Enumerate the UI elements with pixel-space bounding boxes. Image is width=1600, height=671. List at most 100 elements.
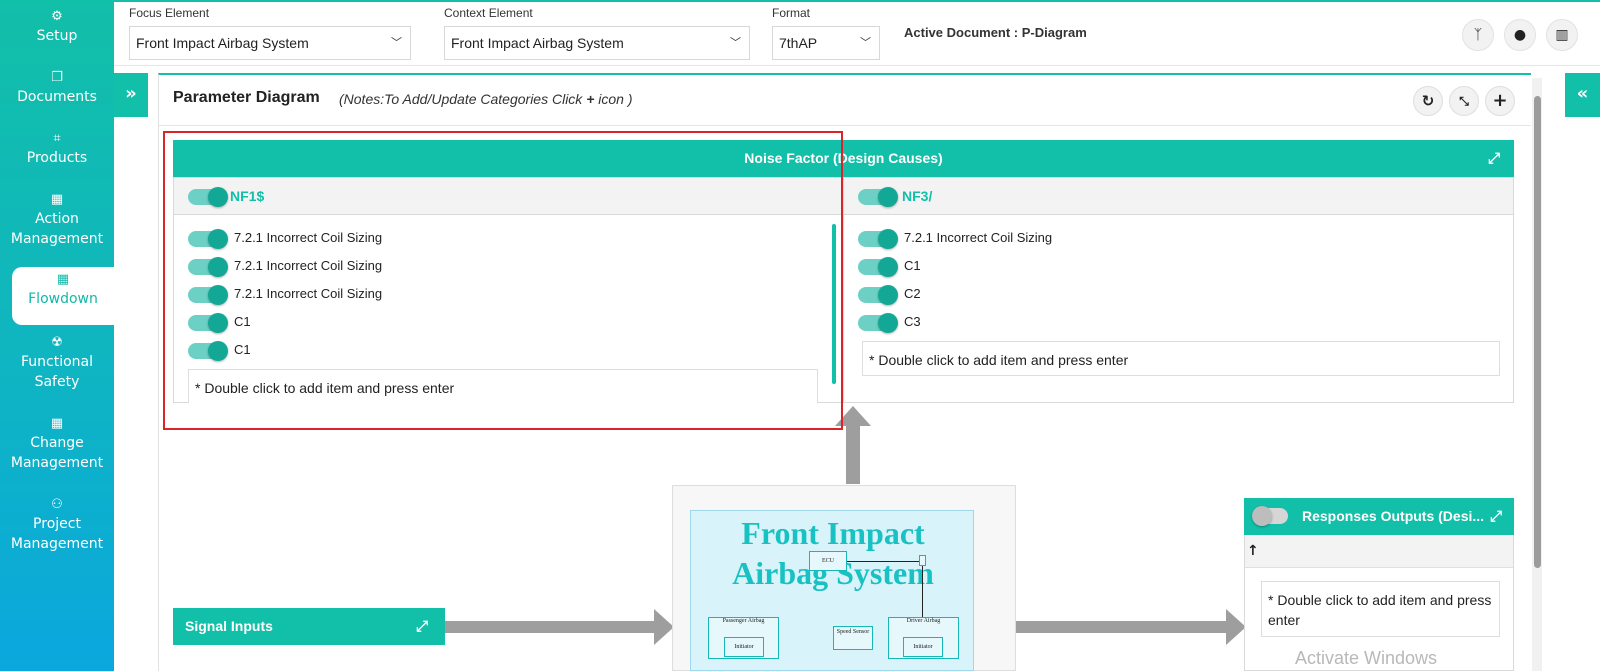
responses-outputs-title: Responses Outputs (Desi... [1302, 508, 1485, 524]
top-bar: Focus Element Front Impact Airbag System… [114, 0, 1600, 66]
building-icon: ▦ [56, 272, 70, 287]
expand-icon[interactable]: ⤢ [1488, 140, 1500, 177]
collapse-right-button[interactable]: « [1565, 73, 1600, 117]
context-element-value: Front Impact Airbag System [451, 35, 624, 51]
sidebar-item-label: Functional Safety [20, 354, 94, 390]
copy-icon: ❐ [51, 70, 63, 85]
sidebar-item-setup[interactable]: ⚙ Setup [0, 8, 114, 46]
focus-element-select[interactable]: Front Impact Airbag System ﹀ [129, 26, 411, 60]
panel-divider [159, 125, 1531, 126]
sidebar-item-flowdown[interactable]: ▦ Flowdown [12, 267, 114, 325]
arrow-right-head-left [654, 609, 674, 645]
add-item-input[interactable]: * Double click to add item and press ent… [862, 341, 1500, 376]
arrow-right-shaft-left [444, 621, 654, 633]
chevron-down-icon: ﹀ [391, 37, 402, 49]
building-icon: ▦ [50, 192, 64, 207]
sidebar-item-documents[interactable]: ❐ Documents [0, 69, 114, 107]
sidebar-item-functional-safety[interactable]: ☢ Functional Safety [0, 334, 114, 392]
sidebar-item-label: Setup [36, 28, 78, 44]
add-item-input[interactable]: * Double click to add item and press ent… [1261, 581, 1500, 637]
note-text-end: icon ) [594, 91, 633, 107]
expand-icon[interactable]: ⤢ [416, 608, 428, 645]
list-item-text: C1 [904, 258, 921, 273]
diagram-node-connector [919, 555, 926, 566]
route-icon: ᛉ [1473, 27, 1483, 43]
sidebar-item-label: Action Management [10, 211, 104, 247]
plus-icon: + [1492, 90, 1508, 111]
sidebar-item-project-management[interactable]: ⚇ Project Management [0, 496, 114, 554]
route-button[interactable]: ᛉ [1462, 19, 1494, 51]
noise-group-nf3: NF3/ 7.2.1 Incorrect Coil Sizing C1 C2 C… [843, 177, 1514, 403]
sidebar-item-action-management[interactable]: ▦ Action Management [0, 191, 114, 249]
panel-title: Parameter Diagram [173, 89, 320, 106]
diagram-node-ecu: ECU [809, 551, 847, 571]
panel-scrollbar-thumb[interactable] [1534, 96, 1541, 568]
group-toggle[interactable] [858, 187, 898, 207]
expand-icon[interactable]: ⤢ [1490, 498, 1502, 535]
arrow-right-head-right [1226, 609, 1246, 645]
radiation-icon: ☢ [51, 335, 63, 350]
product-icon: ⌗ [53, 131, 61, 146]
responses-toggle[interactable] [1252, 506, 1288, 526]
sitemap-icon: ⚇ [51, 497, 63, 512]
focus-element-label: Focus Element [129, 6, 210, 20]
item-toggle[interactable] [858, 313, 898, 333]
noise-group-header: NF3/ [844, 178, 1513, 215]
sort-icon[interactable]: ↑ [1247, 543, 1259, 559]
selection-highlight [163, 131, 843, 430]
droplet-button[interactable]: ● [1504, 19, 1536, 51]
panel-note: (Notes:To Add/Update Categories Click + … [339, 91, 633, 107]
list-item-text: C2 [904, 286, 921, 301]
signal-inputs-header[interactable]: Signal Inputs ⤢ [173, 608, 445, 645]
building-icon: ▦ [50, 416, 64, 431]
responses-subheader: ↑ [1245, 535, 1513, 568]
context-element-label: Context Element [444, 6, 533, 20]
context-element-select[interactable]: Front Impact Airbag System ﹀ [444, 26, 750, 60]
focus-element-value: Front Impact Airbag System [136, 35, 309, 51]
sidebar-item-label: Documents [17, 89, 97, 105]
chevrons-right-icon: » [125, 83, 137, 104]
add-category-button[interactable]: + [1485, 86, 1515, 116]
list-item-text: C3 [904, 314, 921, 329]
diagram-image[interactable]: Front Impact Airbag System ECU Passenger… [690, 510, 974, 671]
item-toggle[interactable] [858, 229, 898, 249]
note-text: (Notes:To Add/Update Categories Click [339, 91, 587, 107]
expand-left-button[interactable]: » [114, 73, 148, 117]
refresh-button[interactable]: ↻ [1413, 86, 1443, 116]
chevrons-left-icon: « [1576, 83, 1589, 104]
arrow-up-shaft [846, 426, 860, 484]
diagram-node-speed: Speed Sensor [833, 626, 873, 650]
compress-icon: ⤡ [1459, 94, 1469, 108]
responses-outputs-header[interactable]: Responses Outputs (Desi... ⤢ [1244, 498, 1514, 535]
item-toggle[interactable] [858, 285, 898, 305]
item-toggle[interactable] [858, 257, 898, 277]
compress-button[interactable]: ⤡ [1449, 86, 1479, 116]
droplet-icon: ● [1513, 27, 1527, 43]
node-label: Driver Airbag [906, 618, 941, 624]
refresh-icon: ↻ [1421, 92, 1435, 110]
chart-button[interactable]: ▥ [1546, 19, 1578, 51]
signal-inputs-title: Signal Inputs [185, 618, 273, 634]
sidebar-item-label: Flowdown [28, 291, 98, 307]
sidebar-item-label: Products [26, 150, 88, 166]
chevron-down-icon: ﹀ [730, 37, 741, 49]
format-select[interactable]: 7thAP ﹀ [772, 26, 880, 60]
activate-windows-watermark: Activate Windows [1295, 648, 1438, 668]
sidebar-item-label: Change Management [10, 435, 104, 471]
sidebar-item-change-management[interactable]: ▦ Change Management [0, 415, 114, 473]
sidebar: ⚙ Setup ❐ Documents ⌗ Products ▦ Action … [0, 0, 114, 671]
format-label: Format [772, 6, 811, 20]
diagram-node-initiator2: Initiator [903, 637, 943, 657]
diagram-node-initiator1: Initiator [724, 637, 764, 657]
active-document-label: Active Document : P-Diagram [904, 25, 1087, 40]
chevron-down-icon: ﹀ [860, 37, 871, 49]
noise-group-title: NF3/ [902, 188, 933, 204]
arrow-right-shaft-right [1016, 621, 1228, 633]
sidebar-item-products[interactable]: ⌗ Products [0, 130, 114, 168]
list-item-text: 7.2.1 Incorrect Coil Sizing [904, 230, 1053, 245]
gears-icon: ⚙ [51, 9, 63, 24]
node-label: Passenger Airbag [722, 618, 765, 624]
diagram-line [847, 561, 919, 562]
chart-icon: ▥ [1555, 27, 1569, 43]
sidebar-item-label: Project Management [10, 516, 104, 552]
